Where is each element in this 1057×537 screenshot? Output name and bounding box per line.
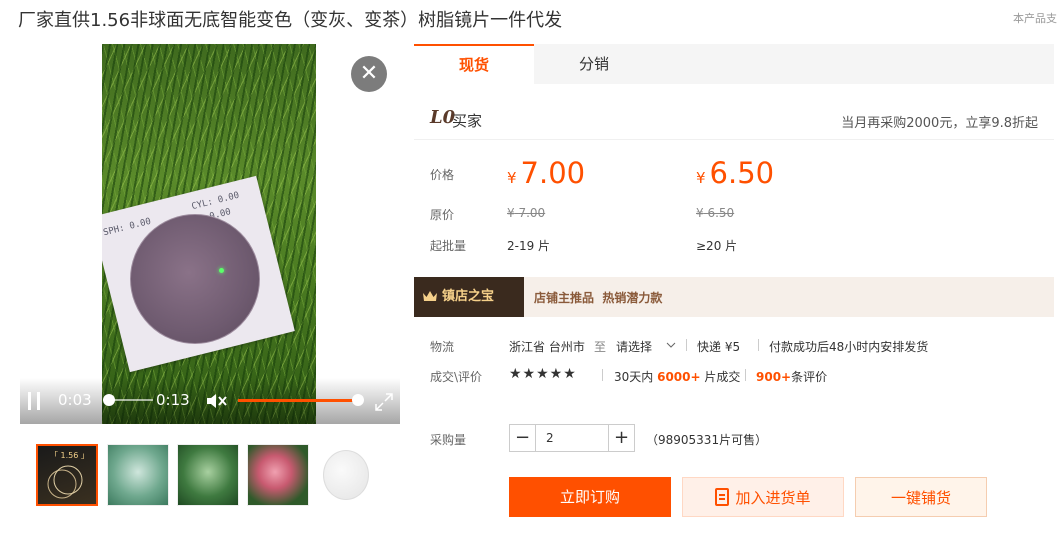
- tab-bar: 现货 分销: [414, 44, 1054, 84]
- moq-label: 起批量: [430, 239, 467, 253]
- video-player[interactable]: SPH: 0.00 CYL: 0.00 0.00 ✕ 0:03 0:13: [20, 44, 400, 424]
- price-block: 价格 ¥7.00 ¥6.50 原价 ¥ 7.00 ¥ 6.50 起批量 2-19…: [414, 148, 1054, 268]
- price-label: 价格: [430, 168, 455, 182]
- destination-select[interactable]: 请选择: [616, 338, 652, 355]
- video-frame[interactable]: SPH: 0.00 CYL: 0.00 0.00: [102, 44, 316, 424]
- logistics-row: 物流 浙江省 台州市 至 请选择 快递 ¥5 付款成功后48小时内安排发货: [414, 334, 1054, 356]
- divider: [758, 339, 759, 351]
- lens-graphic-icon: [47, 465, 83, 499]
- chevron-down-icon[interactable]: [666, 342, 676, 349]
- progress-bar[interactable]: [109, 399, 153, 401]
- thumb-4[interactable]: [247, 444, 309, 506]
- tier-1-moq: 2-19 片: [507, 239, 551, 253]
- tier-1-original: ¥ 7.00: [507, 206, 546, 220]
- add-to-cart-button[interactable]: 加入进货单: [682, 477, 844, 517]
- duration: 0:13: [156, 391, 190, 409]
- card-text-cyl: CYL: 0.00: [190, 190, 241, 213]
- decrease-button[interactable]: −: [510, 425, 536, 451]
- tier-2-moq: ≥20 片: [696, 239, 738, 253]
- quantity-stepper: − +: [509, 424, 635, 452]
- thumb-5[interactable]: [317, 444, 379, 506]
- current-time: 0:03: [58, 391, 92, 409]
- tab-distribution[interactable]: 分销: [534, 44, 654, 84]
- repurchase-promo[interactable]: 当月再采购2000元，立享9.8折起: [841, 112, 1038, 131]
- divider: [602, 369, 603, 381]
- crown-icon: [423, 291, 437, 301]
- card-text-sph: SPH: 0.00: [102, 216, 153, 239]
- close-video-button[interactable]: ✕: [351, 56, 387, 92]
- review-stats[interactable]: 900+条评价: [756, 368, 827, 385]
- thumb-3[interactable]: [177, 444, 239, 506]
- stock-available: （98905331片可售）: [646, 433, 768, 447]
- tier-2-original: ¥ 6.50: [696, 206, 735, 220]
- quantity-input[interactable]: [537, 425, 607, 451]
- buyer-level-text: 买家: [452, 112, 483, 130]
- page-title: 厂家直供1.56非球面无底智能变色（变灰、变茶）树脂镜片一件代发: [18, 10, 563, 31]
- banner-title-block: 镇店之宝: [414, 277, 524, 317]
- fullscreen-icon[interactable]: [374, 392, 394, 412]
- rating-stars: ★★★★★: [509, 366, 577, 382]
- shop-treasure-banner: 镇店之宝 店铺主推品 热销潜力款: [414, 277, 1054, 317]
- order-now-button[interactable]: 立即订购: [509, 477, 671, 517]
- quantity-row: 采购量 − + （98905331片可售）: [414, 424, 1054, 454]
- volume-bar[interactable]: [238, 399, 358, 402]
- ship-to: 至: [594, 340, 607, 354]
- laser-dot: [219, 268, 224, 273]
- shipping-fee: 快递 ¥5: [697, 340, 741, 354]
- tier-2-price: ¥6.50: [696, 156, 775, 190]
- delivery-promise: 付款成功后48小时内安排发货: [769, 340, 929, 354]
- top-right-text[interactable]: 本产品支: [1013, 10, 1057, 26]
- original-label: 原价: [430, 208, 455, 222]
- increase-button[interactable]: +: [608, 425, 634, 451]
- divider: [745, 369, 746, 381]
- thumb-1[interactable]: 「 1.56 」: [36, 444, 98, 506]
- video-controls: 0:03 0:13: [20, 378, 400, 424]
- pause-icon[interactable]: [28, 392, 42, 410]
- one-click-distribute-button[interactable]: 一键铺货: [855, 477, 987, 517]
- deals-label: 成交\评价: [430, 370, 483, 384]
- tab-in-stock[interactable]: 现货: [414, 44, 534, 84]
- thumb-2[interactable]: [107, 444, 169, 506]
- banner-title: 镇店之宝: [442, 289, 495, 304]
- add-to-cart-label: 加入进货单: [735, 489, 811, 507]
- divider: [686, 339, 687, 351]
- sales-stats: 30天内 6000+ 片成交: [614, 370, 741, 384]
- progress-handle[interactable]: [103, 394, 115, 406]
- lens-image: [130, 214, 260, 344]
- logistics-label: 物流: [430, 340, 455, 354]
- clipboard-icon: [715, 488, 730, 506]
- quantity-label: 采购量: [430, 433, 467, 447]
- mute-icon[interactable]: [206, 392, 228, 410]
- deals-row: 成交\评价 ★★★★★ 30天内 6000+ 片成交 900+条评价: [414, 364, 1054, 386]
- volume-handle[interactable]: [352, 394, 364, 406]
- banner-tags: 店铺主推品 热销潜力款: [534, 291, 663, 305]
- clear-lens-icon: [323, 450, 369, 500]
- buyer-promo-row: L0 买家 当月再采购2000元，立享9.8折起: [414, 98, 1054, 140]
- ship-origin: 浙江省 台州市: [509, 340, 585, 354]
- tier-1-price: ¥7.00: [507, 156, 586, 190]
